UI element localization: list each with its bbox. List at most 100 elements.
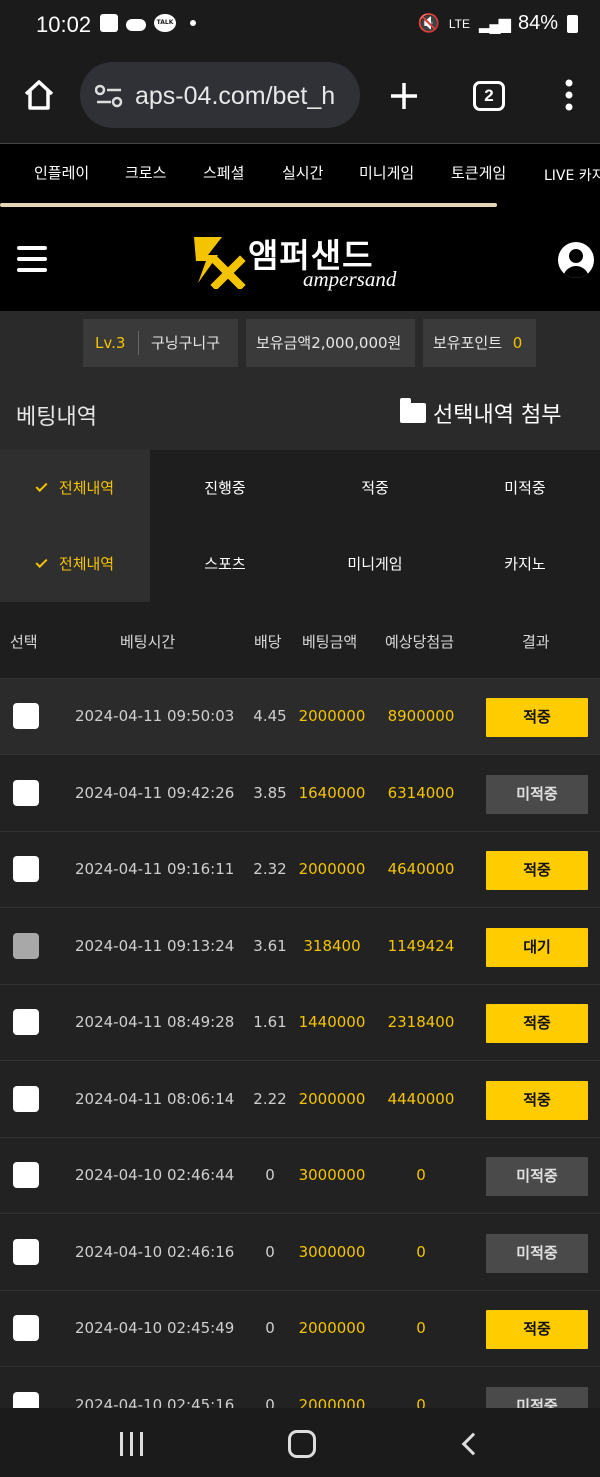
more-dot-icon [190, 20, 196, 26]
table-row: 2024-04-11 08:06:14 2.22 2000000 4440000 적중 [0, 1061, 600, 1138]
bet-amount: 1440000 [298, 1013, 366, 1031]
nav-realtime[interactable]: 실시간 [282, 162, 323, 183]
bet-time: 2024-04-10 02:46:16 [75, 1242, 235, 1261]
tab-status-inprogress[interactable]: 진행중 [150, 450, 300, 526]
row-checkbox[interactable] [13, 1085, 39, 1112]
odds: 0 [265, 1166, 275, 1184]
nav-cross[interactable]: 크로스 [125, 162, 166, 183]
nav-scroll-indicator [0, 203, 497, 207]
result-badge[interactable]: 적중 [486, 1004, 588, 1043]
system-nav-bar [0, 1408, 600, 1477]
expected-win: 4640000 [387, 860, 455, 878]
notification-icons: TALK [100, 14, 196, 32]
col-select: 선택 [10, 633, 38, 651]
row-checkbox[interactable] [13, 1238, 39, 1265]
bet-amount: 3000000 [298, 1166, 366, 1184]
nav-token-game[interactable]: 토큰게임 [451, 162, 506, 183]
odds: 2.32 [253, 860, 287, 878]
result-badge[interactable]: 적중 [486, 698, 588, 737]
row-checkbox[interactable] [13, 703, 39, 729]
row-checkbox[interactable] [13, 1315, 39, 1341]
odds: 0 [265, 1242, 275, 1261]
result-badge[interactable]: 대기 [486, 927, 588, 967]
status-time: 10:02 [36, 12, 92, 37]
tab-category-casino[interactable]: 카지노 [450, 526, 600, 602]
home-icon[interactable] [22, 78, 56, 112]
row-checkbox[interactable] [13, 1162, 39, 1188]
check-icon [35, 555, 48, 569]
result-badge[interactable]: 적중 [486, 851, 588, 890]
tab-category-sports[interactable]: 스포츠 [150, 526, 300, 602]
user-level: Lv.3 [95, 334, 126, 352]
row-checkbox[interactable] [13, 856, 39, 882]
table-row: 2024-04-11 09:42:26 3.85 1640000 6314000 미적중 [0, 755, 600, 832]
result-badge[interactable]: 적중 [486, 1080, 588, 1120]
bet-time: 2024-04-11 09:50:03 [75, 707, 235, 725]
nav-special[interactable]: 스페셜 [203, 162, 244, 183]
signal-icon: ▂▄▆ [479, 15, 511, 33]
result-badge[interactable]: 적중 [486, 1310, 588, 1349]
logo-subtext: ampersand [303, 267, 397, 291]
recent-apps-icon[interactable] [118, 1432, 146, 1456]
result-badge[interactable]: 미적중 [486, 1157, 588, 1196]
col-result: 결과 [522, 633, 550, 651]
row-checkbox[interactable] [13, 779, 39, 806]
bet-time: 2024-04-10 02:45:49 [75, 1319, 235, 1337]
user-chip: Lv.3 구닝구니구 [83, 319, 238, 367]
table-row: 2024-04-10 02:46:44 0 3000000 0 미적중 [0, 1138, 600, 1214]
user-info-bar: Lv.3 구닝구니구 보유금액2,000,000원 보유포인트 0 [0, 311, 600, 375]
section-header: 베팅내역 선택내역 첨부 [0, 375, 600, 450]
expected-win: 0 [416, 1166, 426, 1184]
bet-amount: 2000000 [298, 1319, 366, 1337]
home-button-icon[interactable] [288, 1430, 316, 1458]
nav-live-casino[interactable]: LIVE 카지 [544, 165, 600, 185]
new-tab-icon[interactable] [388, 80, 420, 112]
kakaotalk-icon: TALK [154, 14, 176, 32]
expected-win: 0 [416, 1319, 426, 1337]
attach-selected-button[interactable]: 선택내역 첨부 [400, 397, 561, 429]
logo-mark-icon[interactable] [188, 231, 246, 289]
table-header: 선택 베팅시간 배당 베팅금액 예상당첨금 결과 [0, 603, 600, 679]
filter-tabs: 전체내역 진행중 적중 미적중 전체내역 스포츠 미니게임 카지노 [0, 450, 600, 603]
tab-category-minigame[interactable]: 미니게임 [300, 526, 450, 602]
row-checkbox [13, 932, 39, 959]
url-text[interactable]: aps-04.com/bet_h [135, 82, 350, 111]
tab-status-lost[interactable]: 미적중 [450, 450, 600, 526]
odds: 0 [265, 1319, 275, 1337]
nav-inplay[interactable]: 인플레이 [34, 162, 89, 183]
bet-time: 2024-04-11 08:06:14 [75, 1089, 235, 1108]
user-profile-icon[interactable] [558, 242, 594, 278]
user-nickname: 구닝구니구 [151, 334, 221, 352]
odds: 3.61 [253, 936, 287, 955]
tab-status-won[interactable]: 적중 [300, 450, 450, 526]
tab-label: 전체내역 [58, 555, 115, 573]
odds: 3.85 [253, 783, 287, 802]
expected-win: 8900000 [387, 707, 455, 725]
site-info-icon[interactable] [95, 84, 123, 108]
browser-toolbar: aps-04.com/bet_h 2 [0, 52, 600, 142]
expected-win: 2318400 [387, 1013, 455, 1031]
gallery-icon [100, 14, 118, 32]
bet-amount: 1640000 [298, 783, 366, 802]
result-badge[interactable]: 미적중 [486, 1233, 588, 1273]
tab-status-all[interactable]: 전체내역 [0, 450, 150, 526]
network-label: LTE [448, 16, 471, 31]
odds: 2.22 [253, 1089, 287, 1108]
back-icon[interactable] [461, 1432, 485, 1456]
table-row: 2024-04-11 08:49:28 1.61 1440000 2318400 적중 [0, 985, 600, 1061]
hamburger-menu-icon[interactable] [17, 246, 47, 272]
battery-icon [567, 14, 578, 33]
expected-win: 6314000 [387, 783, 455, 802]
check-icon [35, 479, 48, 493]
menu-dots-icon[interactable] [562, 78, 576, 112]
tab-category-all[interactable]: 전체내역 [0, 526, 150, 602]
table-row: 2024-04-11 09:16:11 2.32 2000000 4640000 적중 [0, 832, 600, 908]
mute-icon: 🔇 [417, 13, 440, 33]
tab-switcher-button[interactable]: 2 [473, 81, 505, 111]
row-checkbox[interactable] [13, 1009, 39, 1035]
result-badge[interactable]: 미적중 [486, 774, 588, 814]
nav-minigame[interactable]: 미니게임 [359, 162, 414, 183]
system-icons: 🔇 LTE ▂▄▆ 84% [417, 12, 578, 35]
expected-win: 0 [416, 1242, 426, 1261]
odds: 1.61 [253, 1013, 287, 1031]
